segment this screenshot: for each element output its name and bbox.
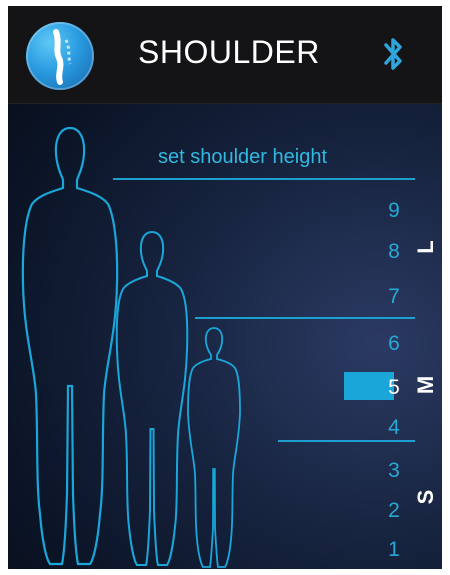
size-label-medium: M	[413, 375, 438, 395]
body-silhouette-large	[21, 126, 119, 566]
header-bar: SHOULDER	[8, 6, 442, 104]
guide-line-small	[278, 440, 415, 442]
level-5[interactable]: 5	[379, 376, 409, 400]
level-7[interactable]: 7	[379, 285, 409, 309]
app-window: SHOULDER set shoulder height 9 8 7 6 5 4…	[8, 6, 442, 569]
level-9[interactable]: 9	[379, 199, 409, 223]
level-6[interactable]: 6	[379, 332, 409, 356]
body-silhouette-medium	[115, 230, 189, 566]
level-3[interactable]: 3	[379, 459, 409, 483]
page-title: SHOULDER	[138, 34, 320, 70]
level-1[interactable]: 1	[379, 538, 409, 562]
guide-line-large	[113, 178, 415, 180]
bluetooth-icon[interactable]	[380, 34, 408, 74]
size-label-small: S	[413, 489, 438, 505]
level-8[interactable]: 8	[379, 240, 409, 264]
level-4[interactable]: 4	[379, 416, 409, 440]
instruction-caption: set shoulder height	[158, 146, 328, 168]
body-silhouette-small	[187, 327, 241, 568]
size-label-large: L	[413, 240, 438, 254]
guide-line-medium	[195, 317, 415, 319]
level-2[interactable]: 2	[379, 499, 409, 523]
spine-icon[interactable]	[26, 22, 94, 90]
